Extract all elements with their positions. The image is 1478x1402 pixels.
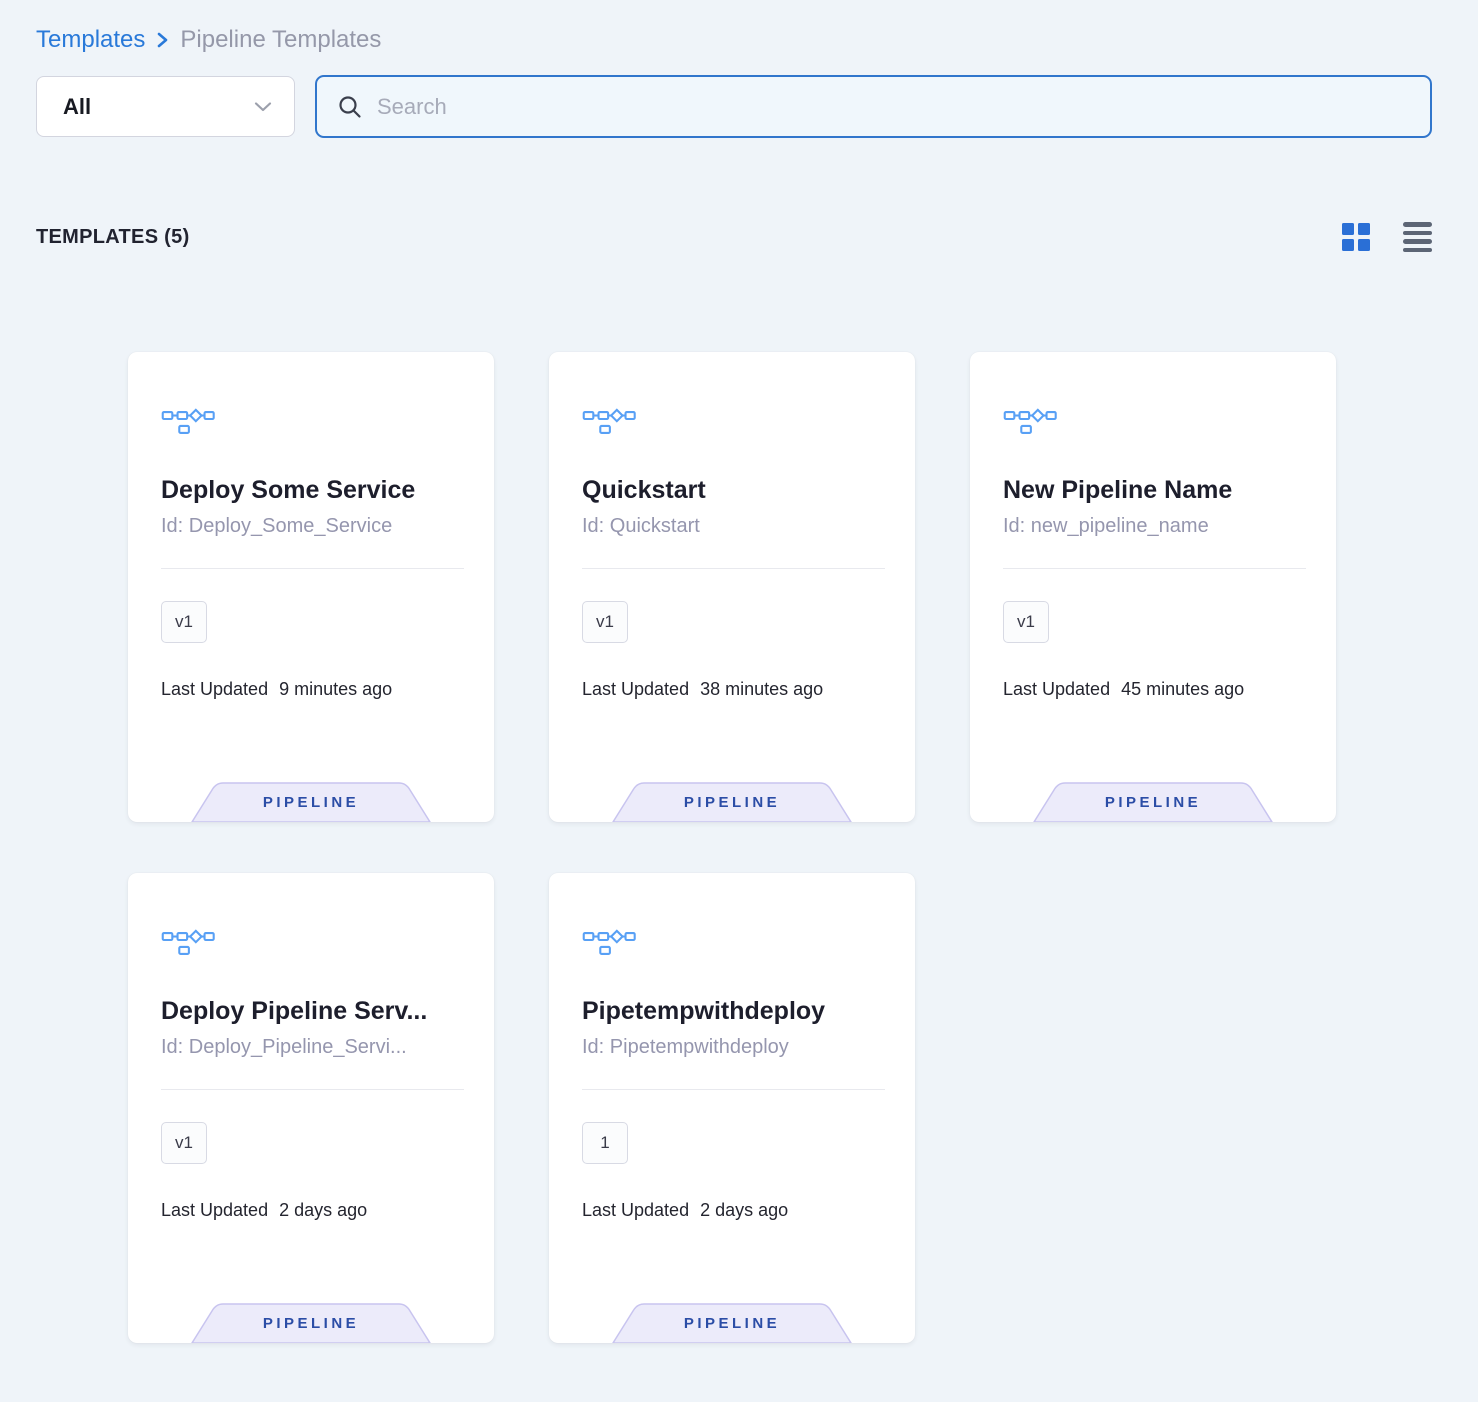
- template-title: Deploy Pipeline Serv...: [161, 997, 464, 1026]
- version-badge: v1: [582, 601, 628, 643]
- grid-view-icon[interactable]: [1342, 223, 1370, 251]
- chevron-right-icon: [155, 31, 170, 49]
- template-title: Deploy Some Service: [161, 476, 464, 505]
- card-body: Pipetempwithdeploy Id: Pipetempwithdeplo…: [549, 873, 915, 1221]
- template-id: Id: Pipetempwithdeploy: [582, 1036, 885, 1059]
- breadcrumb-current: Pipeline Templates: [180, 26, 381, 54]
- search-icon: [337, 94, 363, 120]
- breadcrumb: Templates Pipeline Templates: [36, 26, 1432, 54]
- last-updated-row: Last Updated 2 days ago: [161, 1200, 464, 1221]
- last-updated-label: Last Updated: [161, 1200, 268, 1221]
- view-toggles: [1342, 222, 1432, 252]
- pipeline-type-tag: PIPELINE: [191, 781, 431, 822]
- last-updated-label: Last Updated: [161, 679, 268, 700]
- search-input[interactable]: [377, 94, 1412, 120]
- template-title: New Pipeline Name: [1003, 476, 1306, 505]
- last-updated-value: 2 days ago: [279, 1200, 367, 1221]
- list-view-icon[interactable]: [1403, 222, 1432, 252]
- tag-label: PIPELINE: [1033, 794, 1273, 811]
- last-updated-row: Last Updated 38 minutes ago: [582, 679, 885, 700]
- breadcrumb-templates-link[interactable]: Templates: [36, 26, 145, 54]
- pipeline-flow-icon: [161, 925, 215, 955]
- template-card-new-pipeline-name[interactable]: New Pipeline Name Id: new_pipeline_name …: [970, 352, 1336, 822]
- last-updated-label: Last Updated: [582, 1200, 689, 1221]
- version-badge: v1: [161, 1122, 207, 1164]
- version-badge: v1: [161, 601, 207, 643]
- last-updated-row: Last Updated 45 minutes ago: [1003, 679, 1306, 700]
- pipeline-flow-icon: [582, 925, 636, 955]
- template-id: Id: Deploy_Some_Service: [161, 515, 464, 538]
- version-badge: v1: [1003, 601, 1049, 643]
- last-updated-label: Last Updated: [1003, 679, 1110, 700]
- card-body: Deploy Pipeline Serv... Id: Deploy_Pipel…: [128, 873, 494, 1221]
- filter-row: All: [36, 76, 1432, 138]
- template-id: Id: new_pipeline_name: [1003, 515, 1306, 538]
- pipeline-type-tag: PIPELINE: [612, 1302, 852, 1343]
- version-badge: 1: [582, 1122, 628, 1164]
- template-card-deploy-pipeline-service[interactable]: Deploy Pipeline Serv... Id: Deploy_Pipel…: [128, 873, 494, 1343]
- templates-grid: Deploy Some Service Id: Deploy_Some_Serv…: [128, 352, 1432, 1343]
- last-updated-value: 9 minutes ago: [279, 679, 392, 700]
- pipeline-type-tag: PIPELINE: [612, 781, 852, 822]
- last-updated-value: 2 days ago: [700, 1200, 788, 1221]
- pipeline-flow-icon: [1003, 404, 1057, 434]
- card-body: Deploy Some Service Id: Deploy_Some_Serv…: [128, 352, 494, 700]
- last-updated-value: 38 minutes ago: [700, 679, 823, 700]
- template-id: Id: Quickstart: [582, 515, 885, 538]
- search-box: [315, 75, 1432, 138]
- tag-label: PIPELINE: [191, 794, 431, 811]
- tag-label: PIPELINE: [191, 1315, 431, 1332]
- template-card-quickstart[interactable]: Quickstart Id: Quickstart v1 Last Update…: [549, 352, 915, 822]
- chevron-down-icon: [254, 101, 272, 113]
- card-body: New Pipeline Name Id: new_pipeline_name …: [970, 352, 1336, 700]
- pipeline-flow-icon: [582, 404, 636, 434]
- template-id: Id: Deploy_Pipeline_Servi...: [161, 1036, 464, 1059]
- scope-filter-value: All: [63, 94, 91, 120]
- template-card-pipetempwithdeploy[interactable]: Pipetempwithdeploy Id: Pipetempwithdeplo…: [549, 873, 915, 1343]
- last-updated-value: 45 minutes ago: [1121, 679, 1244, 700]
- pipeline-type-tag: PIPELINE: [1033, 781, 1273, 822]
- template-title: Quickstart: [582, 476, 885, 505]
- templates-list-header: TEMPLATES (5): [36, 222, 1432, 252]
- last-updated-row: Last Updated 2 days ago: [582, 1200, 885, 1221]
- scope-filter-dropdown[interactable]: All: [36, 76, 295, 137]
- template-card-deploy-some-service[interactable]: Deploy Some Service Id: Deploy_Some_Serv…: [128, 352, 494, 822]
- last-updated-row: Last Updated 9 minutes ago: [161, 679, 464, 700]
- pipeline-flow-icon: [161, 404, 215, 434]
- pipeline-type-tag: PIPELINE: [191, 1302, 431, 1343]
- template-title: Pipetempwithdeploy: [582, 997, 885, 1026]
- pipeline-templates-page: Templates Pipeline Templates All TEMPLAT…: [0, 0, 1478, 1343]
- templates-count-heading: TEMPLATES (5): [36, 226, 190, 249]
- last-updated-label: Last Updated: [582, 679, 689, 700]
- tag-label: PIPELINE: [612, 794, 852, 811]
- tag-label: PIPELINE: [612, 1315, 852, 1332]
- card-body: Quickstart Id: Quickstart v1 Last Update…: [549, 352, 915, 700]
